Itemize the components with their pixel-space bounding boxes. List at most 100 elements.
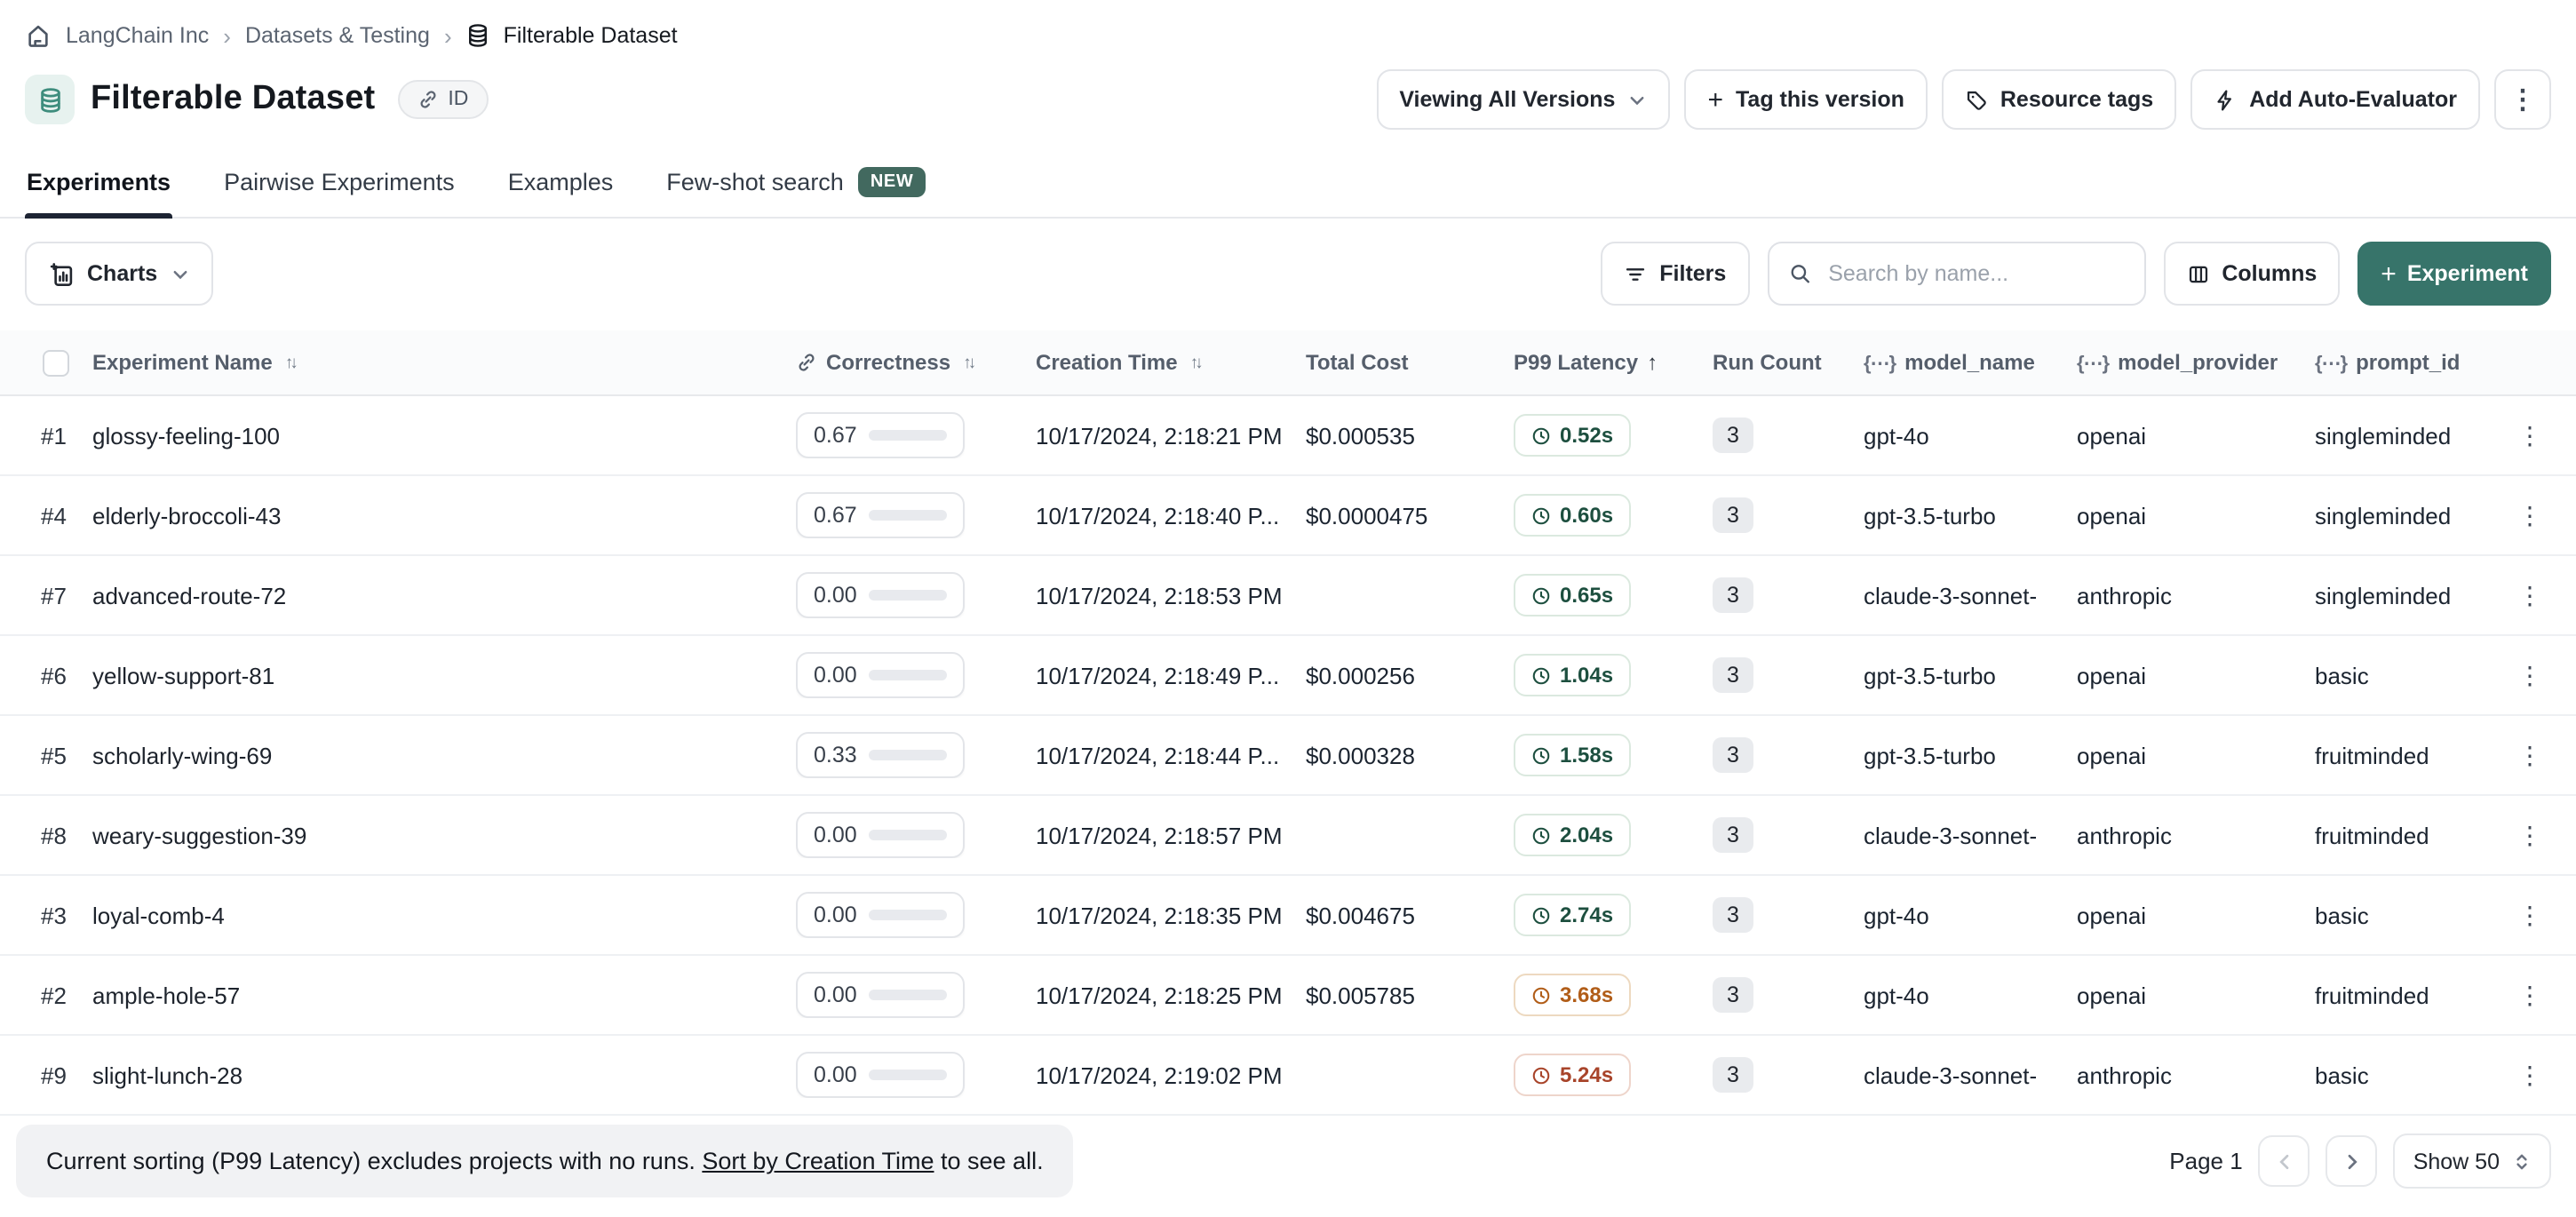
row-menu-button[interactable]: ⋮	[2512, 820, 2548, 850]
latency-chip: 0.60s	[1514, 494, 1631, 537]
model-name: claude-3-sonnet-	[1864, 582, 2077, 608]
charts-button[interactable]: Charts	[25, 242, 212, 306]
col-model-name[interactable]: {⋯}model_name	[1864, 350, 2077, 375]
tab-examples[interactable]: Examples	[506, 151, 616, 217]
col-creation-time[interactable]: Creation Time↑↓	[1036, 350, 1306, 375]
search-icon	[1788, 261, 1810, 286]
tab-few-shot-search[interactable]: Few-shot search NEW	[664, 151, 927, 217]
table-row[interactable]: #6 yellow-support-81 0.00 10/17/2024, 2:…	[0, 636, 2576, 716]
creation-time: 10/17/2024, 2:18:21 PM	[1036, 422, 1306, 449]
filters-button[interactable]: Filters	[1601, 242, 1749, 306]
correctness-bar	[870, 830, 948, 840]
sort-by-creation-time-link[interactable]: Sort by Creation Time	[702, 1148, 934, 1174]
new-experiment-button[interactable]: + Experiment	[2357, 242, 2551, 306]
model-provider: openai	[2077, 902, 2315, 928]
correctness-bar	[870, 590, 948, 601]
model-provider: openai	[2077, 662, 2315, 688]
creation-time: 10/17/2024, 2:18:49 P...	[1036, 662, 1306, 688]
experiment-name-link[interactable]: ample-hole-57	[92, 982, 796, 1008]
latency-chip: 3.68s	[1514, 974, 1631, 1016]
table-row[interactable]: #2 ample-hole-57 0.00 10/17/2024, 2:18:2…	[0, 956, 2576, 1036]
search-input[interactable]	[1825, 259, 2124, 288]
row-menu-button[interactable]: ⋮	[2512, 900, 2548, 930]
creation-time: 10/17/2024, 2:18:25 PM	[1036, 982, 1306, 1008]
experiment-name-link[interactable]: weary-suggestion-39	[92, 822, 796, 848]
resource-tags-button[interactable]: Resource tags	[1942, 69, 2176, 130]
experiment-name-link[interactable]: elderly-broccoli-43	[92, 502, 796, 529]
creation-time: 10/17/2024, 2:19:02 PM	[1036, 1062, 1306, 1088]
sort-icon: ↑↓	[963, 353, 973, 372]
table-row[interactable]: #1 glossy-feeling-100 0.67 10/17/2024, 2…	[0, 396, 2576, 476]
col-experiment-name[interactable]: Experiment Name↑↓	[92, 350, 796, 375]
link-icon	[417, 89, 439, 110]
run-count-chip: 3	[1713, 977, 1753, 1013]
col-prompt-id[interactable]: {⋯}prompt_id	[2315, 350, 2512, 375]
model-provider: openai	[2077, 502, 2315, 529]
table-row[interactable]: #4 elderly-broccoli-43 0.67 10/17/2024, …	[0, 476, 2576, 556]
table-row[interactable]: #9 slight-lunch-28 0.00 10/17/2024, 2:19…	[0, 1036, 2576, 1116]
breadcrumb-section[interactable]: Datasets & Testing	[245, 23, 430, 48]
table-row[interactable]: #8 weary-suggestion-39 0.00 10/17/2024, …	[0, 796, 2576, 876]
model-name: gpt-3.5-turbo	[1864, 742, 2077, 768]
copy-id-button[interactable]: ID	[398, 80, 488, 119]
table-row[interactable]: #3 loyal-comb-4 0.00 10/17/2024, 2:18:35…	[0, 876, 2576, 956]
model-name: gpt-4o	[1864, 422, 2077, 449]
col-correctness[interactable]: Correctness↑↓	[796, 350, 1036, 375]
latency-chip: 0.52s	[1514, 414, 1631, 457]
col-model-provider[interactable]: {⋯}model_provider	[2077, 350, 2315, 375]
experiment-name-link[interactable]: advanced-route-72	[92, 582, 796, 608]
page-size-select[interactable]: Show 50	[2394, 1133, 2551, 1189]
viewing-versions-dropdown[interactable]: Viewing All Versions	[1376, 69, 1670, 130]
row-index: #1	[0, 422, 92, 449]
row-menu-button[interactable]: ⋮	[2512, 580, 2548, 610]
clock-icon	[1531, 426, 1551, 445]
experiment-name-link[interactable]: scholarly-wing-69	[92, 742, 796, 768]
col-p99-latency[interactable]: P99 Latency↑	[1514, 350, 1713, 375]
row-menu-button[interactable]: ⋮	[2512, 660, 2548, 690]
new-badge: NEW	[858, 167, 926, 197]
row-menu-button[interactable]: ⋮	[2512, 420, 2548, 450]
experiment-name-link[interactable]: glossy-feeling-100	[92, 422, 796, 449]
header-actions: Viewing All Versions + Tag this version …	[1376, 69, 2551, 130]
sort-icon: ↑↓	[1190, 353, 1200, 372]
page-header: Filterable Dataset ID Viewing All Versio…	[0, 55, 2576, 130]
model-provider: openai	[2077, 982, 2315, 1008]
tab-experiments[interactable]: Experiments	[25, 151, 172, 217]
correctness-bar	[870, 910, 948, 920]
tag-version-button[interactable]: + Tag this version	[1684, 69, 1927, 130]
plus-icon: +	[2381, 259, 2397, 289]
select-all-checkbox[interactable]	[43, 349, 69, 376]
row-index: #2	[0, 982, 92, 1008]
table-row[interactable]: #7 advanced-route-72 0.00 10/17/2024, 2:…	[0, 556, 2576, 636]
total-cost: $0.000328	[1306, 742, 1514, 768]
experiment-name-link[interactable]: slight-lunch-28	[92, 1062, 796, 1088]
table-row[interactable]: #5 scholarly-wing-69 0.33 10/17/2024, 2:…	[0, 716, 2576, 796]
creation-time: 10/17/2024, 2:18:40 P...	[1036, 502, 1306, 529]
add-auto-evaluator-button[interactable]: Add Auto-Evaluator	[2190, 69, 2480, 130]
col-run-count[interactable]: Run Count	[1713, 350, 1864, 375]
model-name: gpt-4o	[1864, 902, 2077, 928]
next-page-button[interactable]	[2326, 1135, 2378, 1187]
row-menu-button[interactable]: ⋮	[2512, 980, 2548, 1010]
col-total-cost[interactable]: Total Cost	[1306, 350, 1514, 375]
tab-pairwise-experiments[interactable]: Pairwise Experiments	[222, 151, 457, 217]
clock-icon	[1531, 985, 1551, 1005]
experiment-name-link[interactable]: loyal-comb-4	[92, 902, 796, 928]
latency-chip: 2.04s	[1514, 814, 1631, 856]
columns-button[interactable]: Columns	[2163, 242, 2340, 306]
row-menu-button[interactable]: ⋮	[2512, 740, 2548, 770]
prompt-id: singleminded	[2315, 582, 2512, 608]
creation-time: 10/17/2024, 2:18:57 PM	[1036, 822, 1306, 848]
experiment-name-link[interactable]: yellow-support-81	[92, 662, 796, 688]
prompt-id: basic	[2315, 662, 2512, 688]
row-menu-button[interactable]: ⋮	[2512, 500, 2548, 530]
clock-icon	[1531, 905, 1551, 925]
metadata-icon: {⋯}	[2077, 351, 2109, 374]
table-body: #1 glossy-feeling-100 0.67 10/17/2024, 2…	[0, 396, 2576, 1116]
previous-page-button[interactable]	[2259, 1135, 2310, 1187]
more-options-button[interactable]: ⋮	[2494, 69, 2551, 130]
row-menu-button[interactable]: ⋮	[2512, 1060, 2548, 1090]
breadcrumb-org[interactable]: LangChain Inc	[66, 23, 209, 48]
prompt-id: singleminded	[2315, 422, 2512, 449]
home-icon[interactable]	[25, 22, 52, 49]
